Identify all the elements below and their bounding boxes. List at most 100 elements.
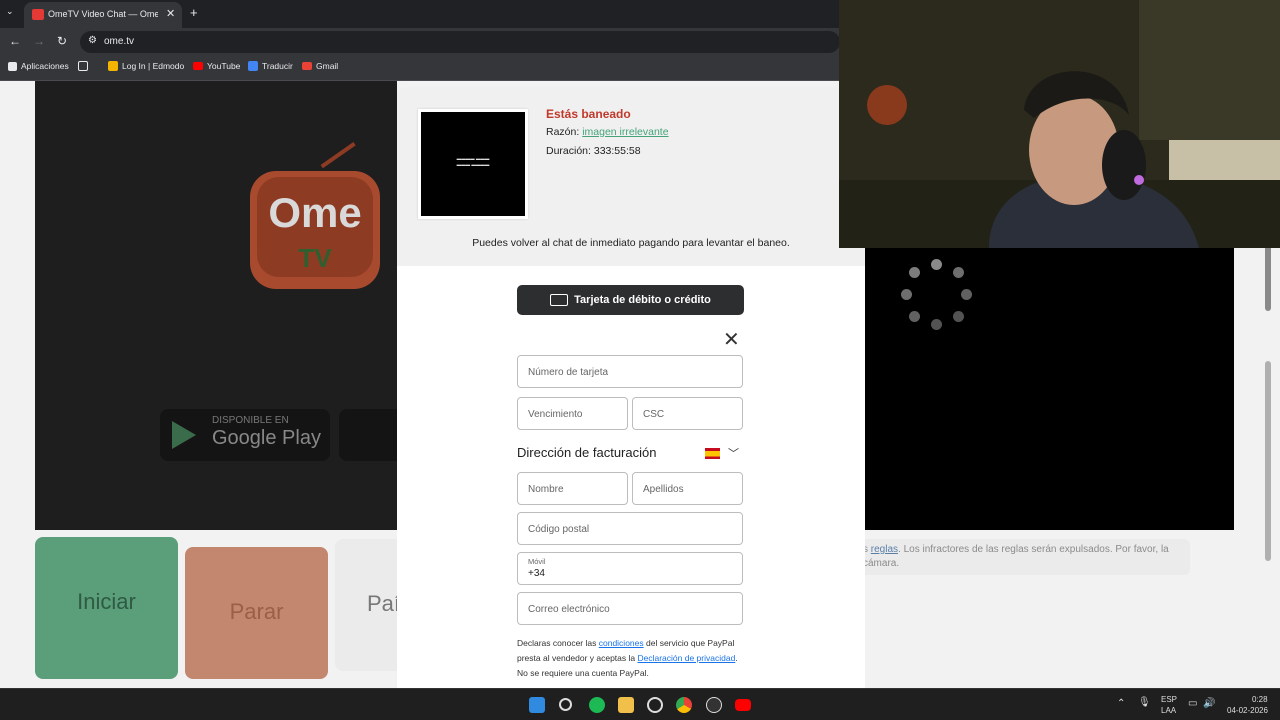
new-tab-icon[interactable]: +	[190, 5, 198, 20]
bookmark-label: Log In | Edmodo	[122, 61, 185, 71]
rules-text: . Los infractores de las reglas serán ex…	[863, 544, 1169, 569]
language-indicator[interactable]: ESP	[1161, 695, 1177, 704]
clock-time[interactable]: 0:28	[1252, 695, 1268, 704]
keyboard-layout[interactable]: LAA	[1161, 706, 1176, 715]
webcam-overlay	[839, 0, 1280, 248]
network-icon[interactable]: ▭	[1188, 698, 1197, 709]
csc-placeholder: CSC	[643, 409, 665, 420]
gplay-big-text: Google Play	[212, 427, 321, 449]
address-bar[interactable]: ⚙ ome.tv	[80, 31, 840, 53]
bookmark-youtube[interactable]: YouTube	[193, 61, 240, 71]
expiry-field[interactable]: Vencimiento	[517, 397, 628, 430]
snapshot-caption: ▬▬▬▬ ▬▬▬ ▬▬▬ ▬▬▬▬	[456, 156, 490, 167]
spain-flag-icon[interactable]	[705, 448, 720, 459]
last-name-field[interactable]: Apellidos	[632, 472, 743, 505]
last-name-placeholder: Apellidos	[643, 484, 684, 495]
card-number-field[interactable]: Número de tarjeta	[517, 355, 743, 388]
card-payment-button[interactable]: Tarjeta de débito o crédito	[517, 285, 744, 315]
reason-link[interactable]: imagen irrelevante	[582, 126, 668, 138]
email-placeholder: Correo electrónico	[528, 604, 610, 615]
webcam-image	[839, 0, 1280, 248]
postal-code-field[interactable]: Código postal	[517, 512, 743, 545]
rules-link[interactable]: reglas	[871, 544, 898, 555]
chevron-down-icon[interactable]: ﹀	[728, 445, 739, 461]
chrome-icon[interactable]	[676, 697, 692, 713]
clock-date[interactable]: 04-02-2026	[1227, 706, 1268, 715]
chatgpt-icon[interactable]	[647, 697, 663, 713]
ometv-favicon-icon	[32, 9, 44, 20]
start-label: Iniciar	[77, 589, 136, 614]
tab-title: OmeTV Video Chat — Omegle	[48, 9, 158, 19]
reason-label: Razón:	[546, 126, 583, 138]
credit-card-icon	[550, 294, 569, 306]
bookmark-label: YouTube	[207, 61, 241, 71]
chevron-up-icon[interactable]: ⌃	[1117, 698, 1125, 709]
ban-modal: ▬▬▬▬ ▬▬▬ ▬▬▬ ▬▬▬▬ Estás baneado Razón: im…	[397, 87, 865, 688]
translate-icon	[248, 61, 258, 71]
spotify-icon[interactable]	[589, 697, 605, 713]
ometv-logo: Ome TV	[250, 171, 380, 289]
site-info-icon[interactable]: ⚙	[88, 35, 97, 46]
bookmark-label: Aplicaciones	[21, 61, 69, 71]
youtube-app-icon[interactable]	[735, 699, 751, 711]
bookmark-apps[interactable]: Aplicaciones	[8, 61, 69, 71]
search-icon[interactable]	[559, 698, 572, 711]
ban-header: ▬▬▬▬ ▬▬▬ ▬▬▬ ▬▬▬▬ Estás baneado Razón: im…	[397, 87, 865, 266]
google-play-icon	[172, 421, 196, 449]
stop-button[interactable]: Parar	[185, 547, 328, 679]
bookmark-label: Traducir	[262, 61, 293, 71]
google-play-badge[interactable]: DISPONIBLE EN Google Play	[160, 409, 330, 461]
browser-tab[interactable]: OmeTV Video Chat — Omegle ✕	[24, 2, 182, 28]
ban-title: Estás baneado	[546, 107, 631, 121]
phone-label: Móvil	[528, 557, 546, 566]
bookmark-label: Gmail	[316, 61, 339, 71]
file-explorer-icon[interactable]	[618, 697, 634, 713]
expiry-placeholder: Vencimiento	[528, 409, 583, 420]
tab-groups-icon	[78, 61, 88, 71]
logo-inner: Ome TV	[257, 177, 373, 277]
ban-reason: Razón: imagen irrelevante	[546, 126, 669, 138]
app-store-badge[interactable]	[339, 409, 397, 461]
first-name-field[interactable]: Nombre	[517, 472, 628, 505]
chat-rules-box: s reglas. Los infractores de las reglas …	[863, 539, 1190, 575]
scrollbar-track[interactable]	[1265, 361, 1271, 561]
close-tab-icon[interactable]: ✕	[166, 7, 175, 20]
legal-part: Declaras conocer las	[517, 638, 599, 648]
apps-grid-icon	[8, 61, 17, 71]
bookmark-gmail[interactable]: Gmail	[302, 61, 338, 71]
back-arrow-icon[interactable]: ←	[9, 34, 21, 48]
bookmark-translate[interactable]: Traducir	[248, 61, 293, 71]
remote-video-panel	[863, 247, 1234, 530]
phone-value: +34	[528, 568, 545, 579]
youtube-icon	[193, 62, 203, 70]
tab-search-chevron-icon[interactable]: ⌄	[6, 6, 14, 17]
chat-rules-text: s reglas. Los infractores de las reglas …	[863, 543, 1183, 571]
postal-code-placeholder: Código postal	[528, 524, 590, 535]
card-number-placeholder: Número de tarjeta	[528, 367, 609, 378]
ban-duration: Duración: 333:55:58	[546, 145, 641, 157]
bookmark-tab-groups[interactable]	[78, 61, 88, 71]
csc-field[interactable]: CSC	[632, 397, 743, 430]
edmodo-icon	[108, 61, 118, 71]
url-text: ome.tv	[104, 36, 135, 47]
logo-tv-text: TV	[298, 243, 332, 273]
forward-arrow-icon[interactable]: →	[33, 34, 45, 48]
windows-taskbar: ⌃ 🎙 ESP LAA ▭ 🔊 0:28 04-02-2026	[0, 688, 1280, 720]
obs-icon[interactable]	[706, 697, 722, 713]
card-payment-label: Tarjeta de débito o crédito	[574, 294, 711, 306]
microphone-icon[interactable]: 🎙	[1138, 697, 1151, 708]
phone-field[interactable]: Móvil +34	[517, 552, 743, 585]
volume-icon[interactable]: 🔊	[1203, 698, 1215, 709]
privacy-link[interactable]: Declaración de privacidad	[638, 653, 736, 663]
reload-icon[interactable]: ↻	[57, 34, 67, 48]
terms-link[interactable]: condiciones	[599, 638, 644, 648]
country-button[interactable]: Paí	[335, 539, 401, 671]
start-button[interactable]: Iniciar	[35, 537, 178, 679]
country-label: Paí	[367, 591, 401, 616]
email-field[interactable]: Correo electrónico	[517, 592, 743, 625]
close-icon[interactable]: ✕	[723, 327, 740, 352]
bookmark-edmodo[interactable]: Log In | Edmodo	[108, 61, 184, 71]
logo-ome-text: Ome	[268, 189, 362, 236]
start-menu-icon[interactable]	[529, 697, 545, 713]
gmail-icon	[302, 62, 312, 70]
